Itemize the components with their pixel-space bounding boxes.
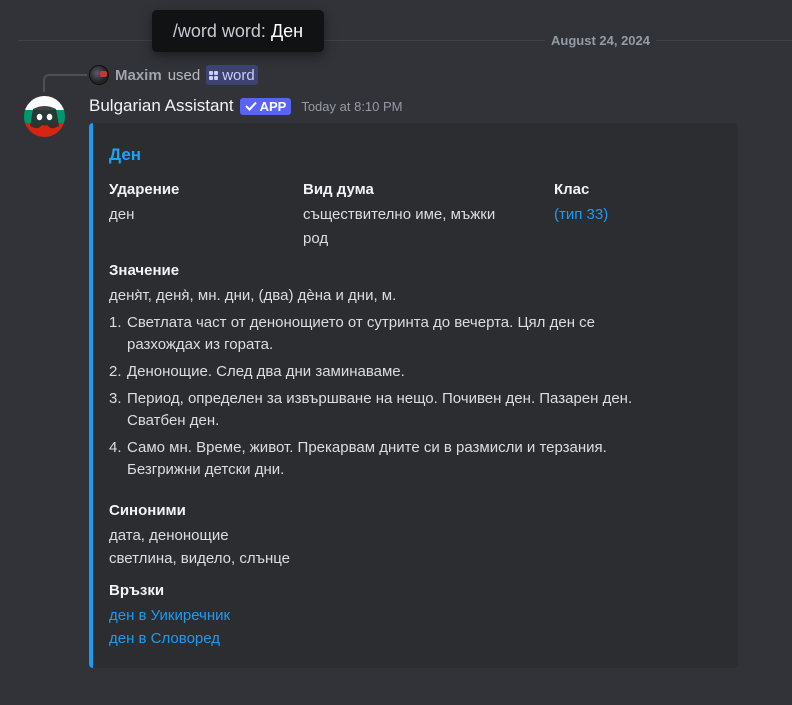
- reply-user-avatar[interactable]: [89, 65, 109, 85]
- checkmark-icon: [244, 101, 257, 111]
- embed-title: Ден: [109, 145, 142, 164]
- app-badge: APP: [239, 97, 292, 115]
- command-mention-label: word: [222, 66, 255, 84]
- meaning-item: 2. Денонощие. След два дни заминаваме.: [109, 361, 669, 383]
- meaning-text: Светлата част от денонощието от сутринта…: [127, 314, 595, 331]
- reply-used-text: used: [167, 66, 201, 84]
- author-name[interactable]: Bulgarian Assistant: [89, 96, 234, 116]
- meaning-item: 4. Само мн. Време, живот. Прекарвам днит…: [109, 437, 669, 481]
- meaning-item: 1. Светлата част от денонощието от сутри…: [109, 312, 669, 356]
- links-label: Връзки: [109, 582, 165, 599]
- meaning-text: Денонощие. След два дни заминаваме.: [127, 363, 405, 380]
- meaning-label: Значение: [109, 262, 180, 279]
- word-type-value-line1: съществително име, мъжки: [303, 206, 496, 223]
- message-timestamp[interactable]: Today at 8:10 PM: [301, 99, 402, 114]
- word-embed: Ден Ударение ден Вид дума съществително …: [89, 123, 738, 668]
- class-label: Клас: [554, 181, 590, 198]
- meaning-forms: деня̀т, деня̀, мн. дни, (два) дѐна и дни…: [109, 287, 397, 304]
- command-reply-header: Maxim used word: [89, 65, 258, 85]
- tooltip-value: Ден: [270, 20, 304, 41]
- meaning-text-cont: разхождах из гората.: [127, 336, 274, 353]
- stress-label: Ударение: [109, 181, 180, 198]
- app-badge-label: APP: [259, 98, 287, 114]
- discord-bot-icon: [24, 96, 65, 137]
- bot-avatar[interactable]: [24, 96, 65, 137]
- command-mention[interactable]: word: [206, 65, 258, 85]
- synonyms-line1: дата, денонощие: [109, 527, 229, 544]
- meaning-text: Само мн. Време, живот. Прекарвам дните с…: [127, 439, 607, 456]
- meaning-number: 2.: [109, 363, 122, 380]
- word-type-label: Вид дума: [303, 181, 374, 198]
- synonyms-label: Синоними: [109, 502, 186, 519]
- command-grid-icon: [209, 70, 219, 80]
- stress-value: ден: [109, 206, 135, 223]
- meaning-number: 1.: [109, 314, 122, 331]
- reply-connector: [43, 74, 87, 92]
- synonyms-line2: светлина, видело, слънце: [109, 550, 290, 567]
- meaning-text-cont: Сватбен ден.: [127, 412, 220, 429]
- meaning-text-cont: Безгрижни детски дни.: [127, 461, 285, 478]
- date-divider-line: [18, 40, 792, 41]
- class-link[interactable]: (тип 33): [554, 203, 608, 226]
- reply-username[interactable]: Maxim: [115, 67, 162, 84]
- meaning-text: Период, определен за извършване на нещо.…: [127, 390, 633, 407]
- meaning-item: 3. Период, определен за извършване на не…: [109, 388, 669, 432]
- wiktionary-link[interactable]: ден в Уикиречник: [109, 604, 230, 627]
- word-type-value-line2: род: [303, 230, 329, 247]
- command-tooltip: /word word: Ден: [152, 10, 324, 52]
- slovored-link[interactable]: ден в Словоред: [109, 627, 220, 650]
- tooltip-command: /word word:: [172, 20, 266, 41]
- date-divider-label: August 24, 2024: [545, 33, 656, 48]
- meaning-list: 1. Светлата част от денонощието от сутри…: [109, 312, 669, 486]
- meaning-number: 4.: [109, 439, 122, 456]
- message-header: Bulgarian Assistant APP Today at 8:10 PM: [89, 94, 403, 118]
- meaning-number: 3.: [109, 390, 122, 407]
